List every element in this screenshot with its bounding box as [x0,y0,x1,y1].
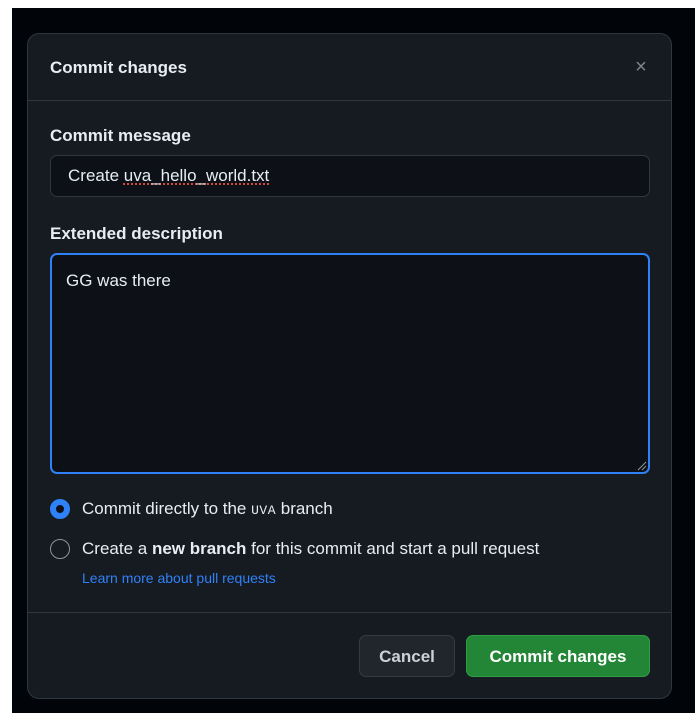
new-branch-radio[interactable] [50,539,70,559]
new-branch-bold: new branch [151,539,247,558]
new-branch-suffix: for this commit and start a pull request [246,539,540,558]
cancel-button[interactable]: Cancel [359,635,455,677]
extended-description-textarea[interactable]: GG was there [50,253,650,474]
commit-message-label: Commit message [50,126,191,145]
extended-description-label: Extended description [50,224,223,243]
commit-direct-radio[interactable] [50,499,70,519]
commit-changes-button[interactable]: Commit changes [466,635,650,677]
resize-grip-icon[interactable] [637,461,647,471]
new-branch-label: Create a new branch for this commit and … [82,539,539,559]
commit-direct-text: Commit directly to the [82,499,252,518]
commit-message-input[interactable]: Create uva_hello_world.txt [50,155,650,197]
learn-more-pull-requests-link[interactable]: Learn more about pull requests [82,570,276,586]
commit-direct-label: Commit directly to the UVA branch [82,499,333,519]
commit-direct-suffix: branch [276,499,333,518]
commit-direct-option[interactable]: Commit directly to the UVA branch [50,499,333,519]
commit-message-filename: uva_hello_world.txt [123,166,270,185]
close-icon[interactable]: × [629,55,653,79]
branch-name: UVA [251,503,277,518]
dialog-title: Commit changes [50,58,187,77]
new-branch-text: Create a [82,539,152,558]
commit-changes-dialog: Commit changes × Commit message Create u… [27,33,672,699]
dialog-header: Commit changes × [28,34,671,101]
dialog-footer: Cancel Commit changes [28,612,671,698]
commit-message-prefix: Create [68,166,124,185]
new-branch-option[interactable]: Create a new branch for this commit and … [50,539,539,559]
